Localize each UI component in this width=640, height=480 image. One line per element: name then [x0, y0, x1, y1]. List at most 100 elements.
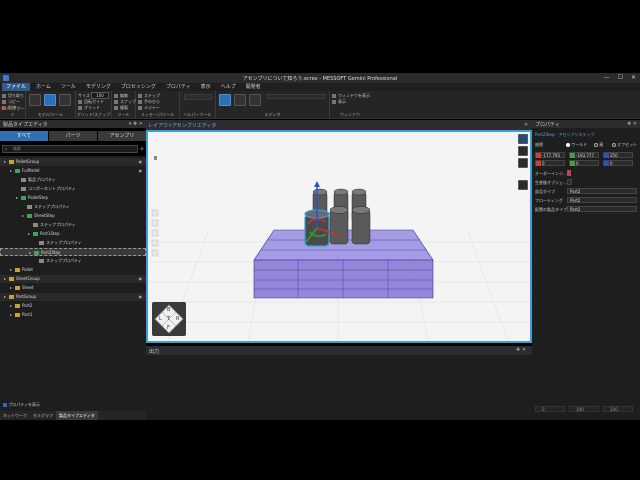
- post-production-checkbox[interactable]: [567, 179, 572, 185]
- properties-pin-icon[interactable]: ✚ ✕: [627, 121, 637, 127]
- coord-offset-radio[interactable]: オフセット: [612, 142, 637, 148]
- view-settings-icon[interactable]: [518, 146, 528, 156]
- grid-toggle[interactable]: グリッド: [78, 105, 100, 111]
- navigation-cube[interactable]: B L T R F: [152, 302, 186, 336]
- tree-item[interactable]: コンポーネントプロパティ: [0, 185, 146, 193]
- position-x-field[interactable]: -177.795: [535, 152, 565, 158]
- menu-tab-developer[interactable]: 開発者: [242, 83, 265, 91]
- part-type-field[interactable]: Part2: [567, 188, 637, 194]
- floating-field[interactable]: Part2: [567, 197, 637, 203]
- bottom-value-field-3[interactable]: 100: [603, 406, 633, 412]
- coord-parent-radio[interactable]: 親: [594, 142, 603, 148]
- editor-mode-button-3[interactable]: [249, 94, 261, 106]
- angle-icon: [78, 100, 82, 104]
- duplicate-button[interactable]: 複製: [114, 105, 128, 111]
- position-y-field[interactable]: -193.777: [569, 152, 599, 158]
- tree-item[interactable]: ▸ PartGroup ◉: [0, 293, 146, 301]
- tree-item-label: ステッププロパティ: [46, 258, 82, 263]
- tab-product-type-editor[interactable]: 製品タイプエディタ: [56, 411, 98, 420]
- bottom-value-field-2[interactable]: 100: [569, 406, 599, 412]
- editor-mode-button-2[interactable]: [234, 94, 246, 106]
- menu-tab-view[interactable]: 表示: [197, 83, 215, 91]
- placement-type-select[interactable]: Part2: [567, 206, 637, 212]
- tree-item[interactable]: ▸ Sheet: [0, 284, 146, 292]
- coord-label: 座標: [535, 142, 543, 147]
- tree-item[interactable]: ▸ PalletGroup ◉: [0, 158, 146, 166]
- tree-item[interactable]: 製品プロパティ: [0, 176, 146, 184]
- rotate-tool-button[interactable]: [59, 94, 71, 106]
- size-input[interactable]: 100: [91, 92, 109, 99]
- output-panel[interactable]: [146, 355, 532, 420]
- viewport-close-icon[interactable]: ✕: [524, 122, 528, 128]
- tab-all[interactable]: すべて: [0, 131, 48, 141]
- 3d-viewport[interactable]: B L T R F: [146, 130, 532, 343]
- tab-assembly-editor[interactable]: アセンブリエディタ: [172, 122, 216, 129]
- tree-item[interactable]: ステッププロパティ: [0, 203, 146, 211]
- menu-tab-file[interactable]: ファイル: [2, 83, 31, 91]
- tab-layout[interactable]: レイアウト: [148, 122, 173, 129]
- nav-cube-back[interactable]: B: [167, 307, 170, 313]
- output-pin-icon[interactable]: ✚ ✕: [516, 347, 526, 353]
- menu-tab-tools[interactable]: ツール: [57, 83, 80, 91]
- minimize-button[interactable]: —: [604, 74, 610, 81]
- tree-item[interactable]: ▸ Part1: [0, 311, 146, 319]
- tree-item[interactable]: ステッププロパティ: [0, 257, 146, 265]
- measure-button[interactable]: メジャー: [138, 105, 160, 111]
- tab-network[interactable]: ネットワーク: [0, 411, 30, 420]
- helper-tool-button[interactable]: [184, 94, 212, 100]
- tree-item[interactable]: ▸ Part2: [0, 302, 146, 310]
- menu-tab-help[interactable]: ヘルプ: [217, 83, 240, 91]
- menu-tab-home[interactable]: ホーム: [32, 83, 55, 91]
- editor-mode-button-1[interactable]: [219, 94, 231, 106]
- tab-assemblies[interactable]: アセンブリ: [98, 131, 146, 141]
- visibility-eye-icon[interactable]: ◉: [139, 275, 143, 283]
- rotation-x-field[interactable]: 0: [535, 160, 565, 166]
- select-tool-button[interactable]: [29, 94, 41, 106]
- tree-search-input[interactable]: ⌕ 検索: [2, 145, 138, 153]
- tree-item[interactable]: ▸ FullPallet ◉: [0, 167, 146, 175]
- 3d-scene[interactable]: [148, 132, 530, 341]
- menu-tab-property[interactable]: プロパティ: [162, 83, 195, 91]
- add-item-icon[interactable]: +: [139, 145, 145, 153]
- nav-cube-left[interactable]: L: [159, 316, 162, 322]
- tree-item-label: PalletGroup: [16, 159, 40, 164]
- tree-item[interactable]: ▸ SheetStep: [0, 212, 146, 220]
- properties-breadcrumb: Part2Step - アセンブリステップ: [535, 132, 595, 137]
- view-layers-icon[interactable]: [518, 158, 528, 168]
- left-mini-toolbar[interactable]: [151, 209, 159, 257]
- view-camera-icon[interactable]: [518, 180, 528, 190]
- rotation-y-field[interactable]: 0: [569, 160, 599, 166]
- tree-item[interactable]: ステッププロパティ: [0, 239, 146, 247]
- nav-cube-right[interactable]: R: [176, 316, 179, 322]
- order-index-color[interactable]: [567, 170, 571, 176]
- menu-tab-modeling[interactable]: モデリング: [82, 83, 115, 91]
- view-grid-icon[interactable]: [518, 134, 528, 144]
- tree-item[interactable]: ▸ PalletStep: [0, 194, 146, 202]
- visibility-eye-icon[interactable]: ◉: [139, 158, 143, 166]
- window-view-toggle[interactable]: 表示: [332, 99, 346, 105]
- visibility-eye-icon[interactable]: ◉: [139, 167, 143, 175]
- tree-item[interactable]: ステッププロパティ: [0, 221, 146, 229]
- bottom-value-field-1[interactable]: 0: [535, 406, 565, 412]
- move-tool-button[interactable]: [44, 94, 56, 106]
- editor-option-bar[interactable]: [266, 94, 326, 99]
- close-button[interactable]: ✕: [631, 74, 636, 81]
- visibility-eye-icon[interactable]: ◉: [139, 293, 143, 301]
- panel-pin-icon[interactable]: ▾ ✚ ✕: [129, 121, 143, 127]
- tab-parts[interactable]: パーツ: [49, 131, 97, 141]
- cylinder-parts[interactable]: [304, 188, 371, 247]
- tab-cell-graph[interactable]: セルグラフ: [30, 411, 56, 420]
- ribbon-group-label: ウィンドウ: [340, 112, 360, 117]
- nav-cube-front[interactable]: F: [167, 325, 170, 331]
- position-z-field[interactable]: 250: [603, 152, 633, 158]
- show-properties-checkbox[interactable]: プロパティを表示: [3, 402, 40, 408]
- tree-item[interactable]: ▸ Part2Step: [0, 248, 146, 256]
- tree-item[interactable]: ▸ SheetGroup ◉: [0, 275, 146, 283]
- menu-tab-processing[interactable]: プロセッシング: [117, 83, 160, 91]
- tree-item[interactable]: ▸ Pallet: [0, 266, 146, 274]
- maximize-button[interactable]: ☐: [618, 74, 623, 81]
- rotation-z-field[interactable]: 0: [603, 160, 633, 166]
- nav-cube-top[interactable]: T: [167, 316, 170, 322]
- tree-item[interactable]: ▸ Part1Step: [0, 230, 146, 238]
- coord-world-radio[interactable]: ワールド: [566, 142, 587, 148]
